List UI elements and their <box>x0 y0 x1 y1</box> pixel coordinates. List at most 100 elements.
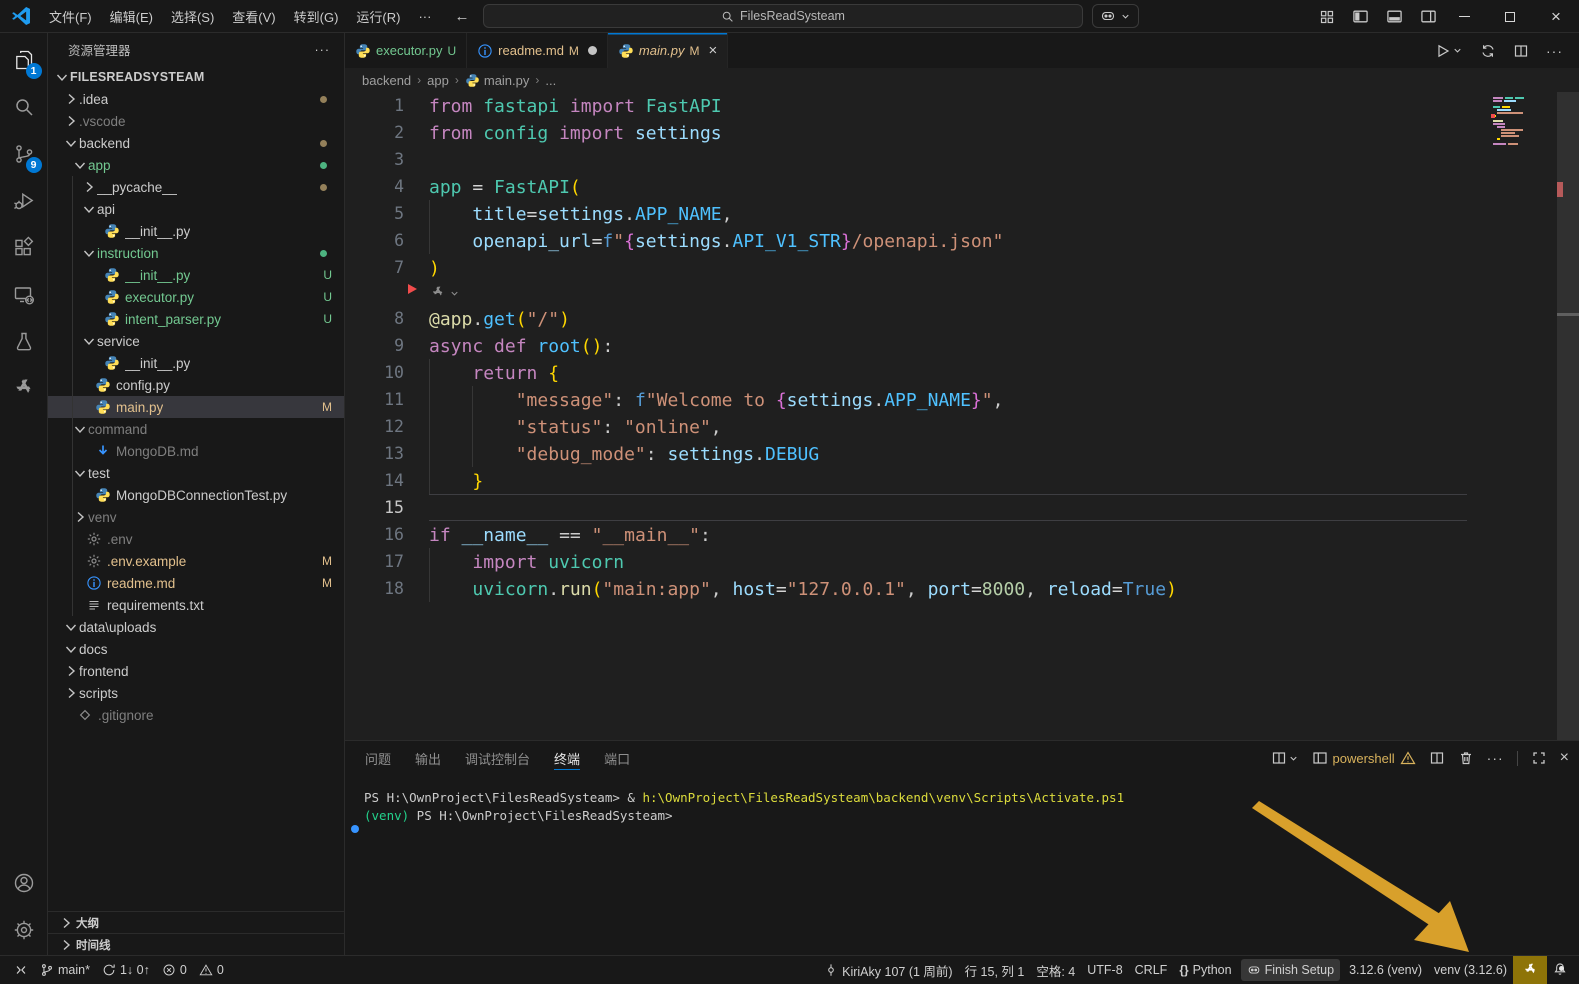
tree-item-.gitignore[interactable]: .gitignore <box>48 704 344 726</box>
tree-item-command[interactable]: command <box>48 418 344 440</box>
tree-item-test[interactable]: test <box>48 462 344 484</box>
run-python-button[interactable] <box>1435 43 1463 59</box>
explorer-more-actions[interactable]: ··· <box>315 43 331 57</box>
status-venv-indicator[interactable]: venv (3.12.6) <box>1428 956 1513 984</box>
status-notifications[interactable] <box>1547 956 1573 984</box>
activitybar-remote-explorer[interactable] <box>0 271 48 318</box>
window-minimize-button[interactable] <box>1441 0 1487 33</box>
breadcrumb-item[interactable]: main.py <box>465 73 530 88</box>
tree-item-frontend[interactable]: frontend <box>48 660 344 682</box>
tree-item-app[interactable]: app <box>48 154 344 176</box>
tree-item-service[interactable]: service <box>48 330 344 352</box>
tree-item-.env[interactable]: .env <box>48 528 344 550</box>
activitybar-ai-extension[interactable] <box>0 365 48 412</box>
command-center-search[interactable]: FilesReadSysteam <box>483 4 1083 28</box>
minimap[interactable] <box>1491 95 1553 147</box>
nav-back-icon[interactable]: ← <box>454 8 469 25</box>
terminal-instance-powershell[interactable]: powershell <box>1312 750 1416 766</box>
customize-layout-icon[interactable] <box>1319 9 1335 25</box>
status-language-mode[interactable]: {}Python <box>1173 956 1237 984</box>
menu-item[interactable]: 查看(V) <box>223 4 284 29</box>
menu-item[interactable]: 编辑(E) <box>101 4 162 29</box>
status-copilot-setup[interactable]: Finish Setup <box>1241 959 1340 981</box>
tree-item-readme.md[interactable]: readme.mdM <box>48 572 344 594</box>
maximize-panel-icon[interactable] <box>1531 750 1547 766</box>
editor-tab-main.py[interactable]: main.pyM× <box>608 33 728 68</box>
window-close-button[interactable]: × <box>1533 0 1579 33</box>
breadcrumb-item[interactable]: app <box>427 73 449 88</box>
tree-item-MongoDBConnectionTest.py[interactable]: MongoDBConnectionTest.py <box>48 484 344 506</box>
tree-item-venv[interactable]: venv <box>48 506 344 528</box>
panel-tab-终端[interactable]: 终端 <box>554 741 580 775</box>
tree-item-MongoDB.md[interactable]: MongoDB.md <box>48 440 344 462</box>
tree-item-config.py[interactable]: config.py <box>48 374 344 396</box>
tree-item-__init__.py[interactable]: __init__.py <box>48 352 344 374</box>
outline-section[interactable]: 大纲 <box>48 911 344 933</box>
activitybar-extensions[interactable] <box>0 224 48 271</box>
split-terminal-icon[interactable] <box>1429 750 1445 766</box>
tree-item-scripts[interactable]: scripts <box>48 682 344 704</box>
panel-tab-端口[interactable]: 端口 <box>604 741 630 775</box>
tree-item-.idea[interactable]: .idea <box>48 88 344 110</box>
editor-tab-executor.py[interactable]: executor.pyU <box>345 33 467 68</box>
code-editor[interactable]: 1from fastapi import FastAPI2from config… <box>345 92 1579 740</box>
breadcrumb[interactable]: backend›app›main.py›... <box>345 68 1579 92</box>
activitybar-source-control[interactable]: 9 <box>0 130 48 177</box>
status-python-interpreter[interactable]: 3.12.6 (venv) <box>1343 956 1428 984</box>
panel-tab-调试控制台[interactable]: 调试控制台 <box>465 741 530 775</box>
terminal-output[interactable]: PS H:\OwnProject\FilesReadSysteam> & h:\… <box>345 775 1579 955</box>
menu-item[interactable]: 转到(G) <box>285 4 348 29</box>
tree-item-api[interactable]: api <box>48 198 344 220</box>
menu-item[interactable]: 文件(F) <box>40 4 101 29</box>
open-changes-icon[interactable] <box>1480 43 1496 59</box>
window-maximize-button[interactable] <box>1487 0 1533 33</box>
status-remote-indicator[interactable] <box>8 956 34 984</box>
status-git-blame[interactable]: KiriAky 107 (1 周前) <box>818 956 958 984</box>
status-git-branch[interactable]: main* <box>34 956 96 984</box>
status-eol[interactable]: CRLF <box>1129 956 1174 984</box>
tree-item-requirements.txt[interactable]: requirements.txt <box>48 594 344 616</box>
status-git-sync[interactable]: 1↓ 0↑ <box>96 956 156 984</box>
editor-more-actions[interactable]: ··· <box>1546 43 1563 59</box>
timeline-section[interactable]: 时间线 <box>48 933 344 955</box>
activitybar-account[interactable] <box>0 859 48 906</box>
toggle-panel-icon[interactable] <box>1386 8 1403 25</box>
panel-tab-问题[interactable]: 问题 <box>365 741 391 775</box>
activitybar-search[interactable] <box>0 83 48 130</box>
panel-more-actions[interactable]: ··· <box>1487 750 1504 766</box>
activitybar-settings[interactable] <box>0 906 48 953</box>
tree-item-executor.py[interactable]: executor.pyU <box>48 286 344 308</box>
tree-item-__init__.py[interactable]: __init__.py <box>48 220 344 242</box>
tree-item-FILESREADSYSTEAM[interactable]: FILESREADSYSTEAM <box>48 66 344 88</box>
tree-item-backend[interactable]: backend <box>48 132 344 154</box>
panel-tab-输出[interactable]: 输出 <box>415 741 441 775</box>
tree-item-.env.example[interactable]: .env.exampleM <box>48 550 344 572</box>
inline-ai-widget[interactable] <box>345 281 1579 305</box>
status-indentation[interactable]: 空格: 4 <box>1030 956 1081 984</box>
tree-item-.vscode[interactable]: .vscode <box>48 110 344 132</box>
tree-item-instruction[interactable]: instruction <box>48 242 344 264</box>
breadcrumb-item[interactable]: ... <box>545 73 556 88</box>
menu-item[interactable]: 运行(R) <box>347 4 409 29</box>
copilot-menu-button[interactable] <box>1092 4 1139 28</box>
toggle-sidebar-icon[interactable] <box>1352 8 1369 25</box>
tree-item-docs[interactable]: docs <box>48 638 344 660</box>
close-tab-icon[interactable]: × <box>708 42 717 59</box>
tree-item-main.py[interactable]: main.pyM <box>48 396 344 418</box>
status-problems-warnings[interactable]: 0 <box>193 956 230 984</box>
tree-item-__init__.py[interactable]: __init__.pyU <box>48 264 344 286</box>
tree-item-__pycache__[interactable]: __pycache__ <box>48 176 344 198</box>
editor-tab-readme.md[interactable]: readme.mdM <box>467 33 608 68</box>
trash-icon[interactable] <box>1458 750 1474 766</box>
activitybar-run-debug[interactable] <box>0 177 48 224</box>
status-encoding[interactable]: UTF-8 <box>1081 956 1128 984</box>
status-problems-errors[interactable]: 0 <box>156 956 193 984</box>
tree-item-data\uploads[interactable]: data\uploads <box>48 616 344 638</box>
menu-item[interactable]: 选择(S) <box>162 4 223 29</box>
status-cursor-position[interactable]: 行 15, 列 1 <box>959 956 1031 984</box>
menu-more[interactable]: ··· <box>409 6 440 27</box>
activitybar-testing[interactable] <box>0 318 48 365</box>
split-editor-icon[interactable] <box>1513 43 1529 59</box>
breadcrumb-item[interactable]: backend <box>362 73 411 88</box>
tree-item-intent_parser.py[interactable]: intent_parser.pyU <box>48 308 344 330</box>
